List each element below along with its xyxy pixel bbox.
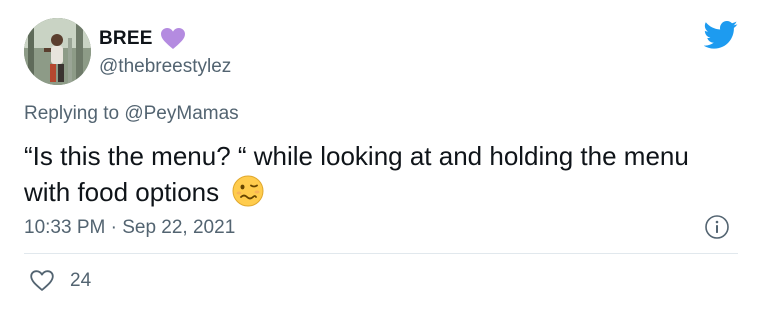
user-handle[interactable]: @thebreestylez — [99, 56, 231, 78]
tweet-text: “Is this the menu? “ while looking at an… — [24, 141, 689, 207]
heart-outline-icon[interactable] — [30, 270, 54, 292]
reply-prefix: Replying to — [24, 103, 120, 124]
display-name-row: BREE — [99, 26, 231, 52]
twitter-bird-icon[interactable] — [703, 20, 738, 50]
user-info: BREE @thebreestylez — [99, 26, 231, 78]
info-icon[interactable] — [704, 214, 730, 240]
tweet-card: BREE @thebreestylez Replying to @PeyMama… — [0, 0, 758, 311]
reply-mention-link[interactable]: @PeyMamas — [124, 103, 238, 124]
like-count: 24 — [70, 270, 92, 291]
tweet-timestamp[interactable]: 10:33 PM · Sep 22, 2021 — [24, 217, 235, 239]
divider — [24, 253, 738, 254]
reply-context: Replying to @PeyMamas — [24, 103, 239, 125]
tweet-actions: 24 — [30, 270, 91, 292]
avatar[interactable] — [24, 18, 91, 85]
purple-heart-icon — [160, 28, 185, 50]
tweet-header: BREE @thebreestylez — [24, 18, 738, 88]
woozy-face-icon — [232, 175, 264, 207]
tweet-body: “Is this the menu? “ while looking at an… — [24, 138, 724, 210]
display-name[interactable]: BREE — [99, 28, 153, 50]
tweet-meta: 10:33 PM · Sep 22, 2021 — [24, 214, 738, 244]
